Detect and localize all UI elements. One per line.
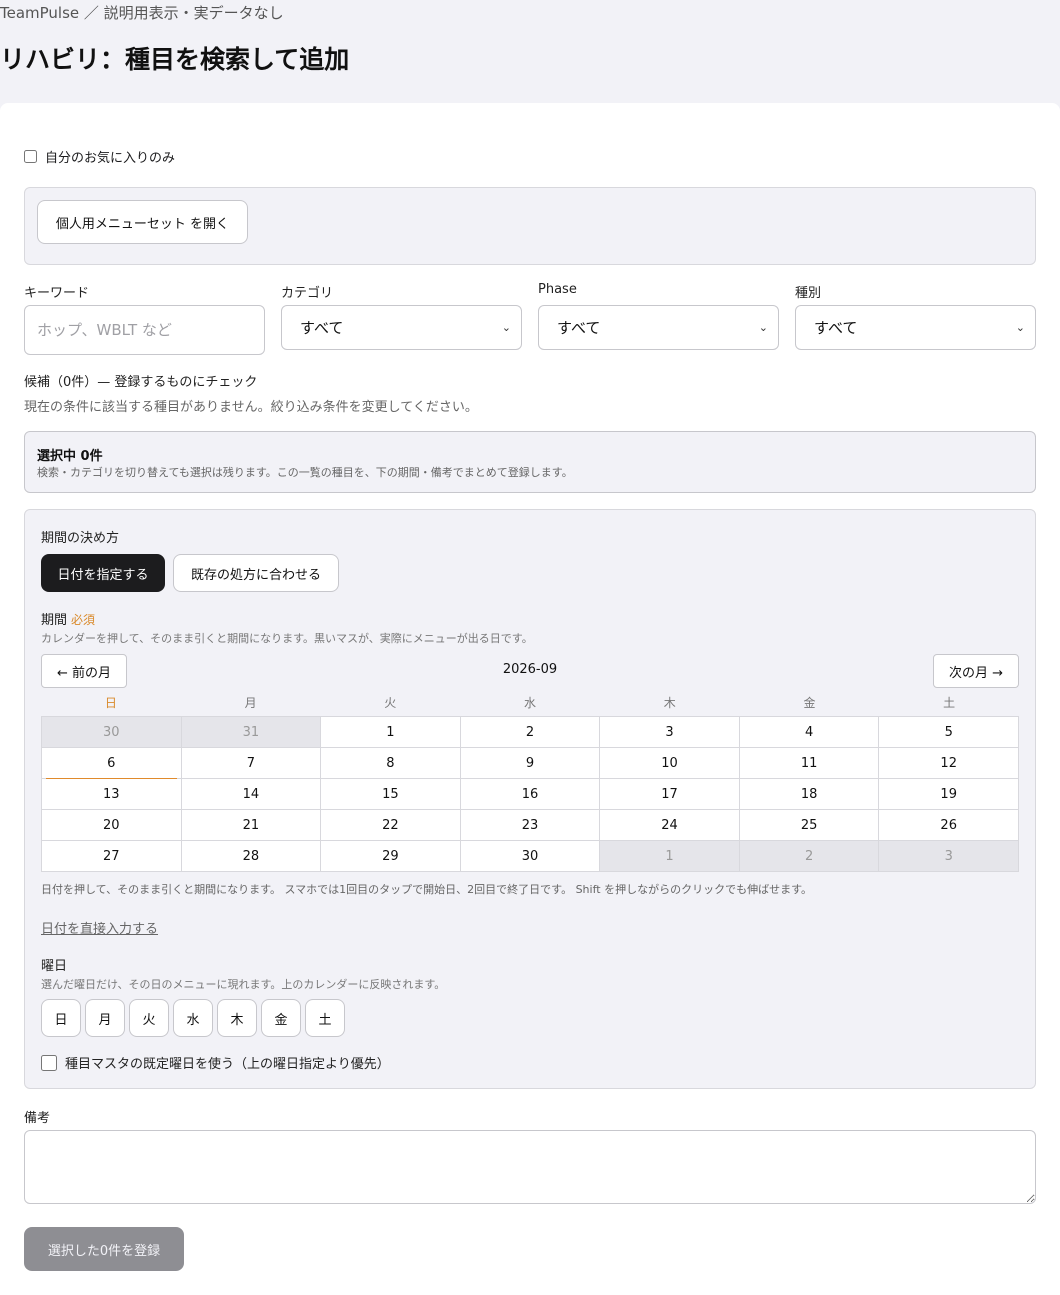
calendar-grid: 30 31 1 2 3 4 5 6 7 8 9 10 11 12 13 14 15 16 17 18 19 20 21 22 2… [41,716,1019,872]
weekday-header-row: 日 月 火 水 木 金 土 [41,694,1019,711]
keyword-label: キーワード [24,286,90,301]
calendar-day[interactable]: 6 [42,748,182,780]
weekday-header: 金 [803,696,816,710]
calendar-day[interactable]: 7 [181,748,322,779]
required-badge: 必須 [71,613,96,627]
phase-select-value: すべて [557,319,601,337]
weekday-button-mon[interactable]: 月 [85,999,125,1037]
weekday-header: 月 [244,696,257,710]
phase-label: Phase [538,282,577,297]
page-title: リハビリ：種目を検索して追加 [0,45,350,74]
calendar-day[interactable]: 2 [460,717,601,748]
favorites-only-label: 自分のお気に入りのみ [45,151,176,166]
calendar-day-outside-month[interactable]: 31 [181,717,322,748]
chevron-down-icon: ⌄ [758,321,768,334]
weekday-button-fri[interactable]: 金 [261,999,301,1037]
calendar-day[interactable]: 8 [321,748,461,779]
master-default-weekday-label: 種目マスタの既定曜日を使う（上の曜日指定より優先） [65,1057,390,1072]
calendar-day[interactable]: 19 [879,779,1019,810]
prev-month-button[interactable]: ← 前の月 [41,654,127,688]
calendar-day[interactable]: 21 [181,810,322,841]
period-hint: カレンダーを押して、そのまま引くと期間になります。黒いマスが、実際にメニューが出… [41,632,533,645]
calendar-day[interactable]: 14 [181,779,322,810]
weekday-buttons: 日 月 火 水 木 金 土 [41,999,345,1037]
calendar-day[interactable]: 11 [739,748,880,779]
calendar-hint: 日付を押して、そのまま引くと期間になります。 スマホでは1回目のタップで開始日、… [41,883,812,896]
master-default-weekday-checkbox[interactable] [41,1054,57,1071]
calendar-day[interactable]: 22 [321,810,461,841]
calendar-day[interactable]: 24 [600,810,740,841]
selected-summary-panel [24,431,1036,493]
breadcrumb: TeamPulse ／ 説明用表示・実データなし [0,4,284,22]
match-existing-button[interactable]: 既存の処方に合わせる [173,554,339,592]
weekday-header: 木 [663,696,676,710]
calendar-day[interactable]: 3 [600,717,740,748]
category-select-value: すべて [300,319,344,337]
calendar-day[interactable]: 13 [42,779,182,810]
calendar-day[interactable]: 23 [460,810,601,841]
weekday-hint: 選んだ曜日だけ、その日のメニューに現れます。上のカレンダーに反映されます。 [41,978,446,991]
calendar-day[interactable]: 1 [321,717,461,748]
period-method-label: 期間の決め方 [41,531,120,546]
period-label: 期間 [41,613,68,628]
selected-note: 検索・カテゴリを切り替えても選択は残ります。この一覧の種目を、下の期間・備考でま… [37,466,573,479]
weekday-button-sat[interactable]: 土 [305,999,345,1037]
weekday-header: 水 [524,696,537,710]
candidates-empty-message: 現在の条件に該当する種目がありません。絞り込み条件を変更してください。 [24,400,478,415]
calendar-day[interactable]: 5 [879,717,1019,748]
weekday-header: 日 [104,696,117,710]
chevron-down-icon: ⌄ [501,321,511,334]
weekday-header: 火 [384,696,397,710]
category-select[interactable]: すべて ⌄ [281,305,522,350]
category-label: カテゴリ [281,286,334,301]
notes-textarea[interactable] [24,1130,1036,1204]
calendar-day[interactable]: 30 [460,841,601,872]
calendar-day-outside-month[interactable]: 1 [600,841,740,872]
register-selected-button[interactable]: 選択した0件を登録 [24,1227,184,1271]
favorites-only-toggle[interactable]: 自分のお気に入りのみ [24,147,175,166]
open-menuset-button[interactable]: 個人用メニューセット を開く [37,200,248,244]
keyword-input[interactable] [24,305,265,355]
calendar-day[interactable]: 28 [181,841,322,872]
type-select-value: すべて [814,319,858,337]
calendar-day[interactable]: 29 [321,841,461,872]
calendar-day[interactable]: 9 [460,748,601,779]
calendar-day[interactable]: 4 [739,717,880,748]
weekday-button-sun[interactable]: 日 [41,999,81,1037]
weekday-label: 曜日 [41,959,68,974]
favorites-only-checkbox[interactable] [24,150,37,163]
weekday-button-thu[interactable]: 木 [217,999,257,1037]
calendar-day[interactable]: 12 [879,748,1019,779]
calendar-day[interactable]: 27 [42,841,182,872]
selected-count: 選択中 0件 [37,449,103,464]
calendar-day[interactable]: 17 [600,779,740,810]
chevron-down-icon: ⌄ [1015,321,1025,334]
calendar-day-outside-month[interactable]: 2 [739,841,880,872]
phase-select[interactable]: すべて ⌄ [538,305,779,350]
next-month-button[interactable]: 次の月 → [933,654,1019,688]
master-default-weekday-toggle[interactable]: 種目マスタの既定曜日を使う（上の曜日指定より優先） [41,1053,390,1072]
calendar-day-outside-month[interactable]: 3 [879,841,1019,872]
candidates-title: 候補（0件）— 登録するものにチェック [24,375,258,390]
calendar-day[interactable]: 25 [739,810,880,841]
calendar-day[interactable]: 15 [321,779,461,810]
specify-dates-button[interactable]: 日付を指定する [41,554,165,592]
notes-label: 備考 [24,1111,51,1126]
calendar-day[interactable]: 26 [879,810,1019,841]
weekday-button-tue[interactable]: 火 [129,999,169,1037]
calendar-day-outside-month[interactable]: 30 [42,717,182,748]
period-label-row: 期間 必須 [41,609,95,628]
weekday-button-wed[interactable]: 水 [173,999,213,1037]
type-select[interactable]: すべて ⌄ [795,305,1036,350]
current-month: 2026-09 [502,662,558,677]
calendar-day[interactable]: 20 [42,810,182,841]
weekday-header: 土 [943,696,956,710]
direct-date-input-link[interactable]: 日付を直接入力する [41,918,158,937]
calendar-day[interactable]: 16 [460,779,601,810]
calendar-day[interactable]: 18 [739,779,880,810]
type-label: 種別 [795,286,822,301]
calendar-day[interactable]: 10 [600,748,740,779]
